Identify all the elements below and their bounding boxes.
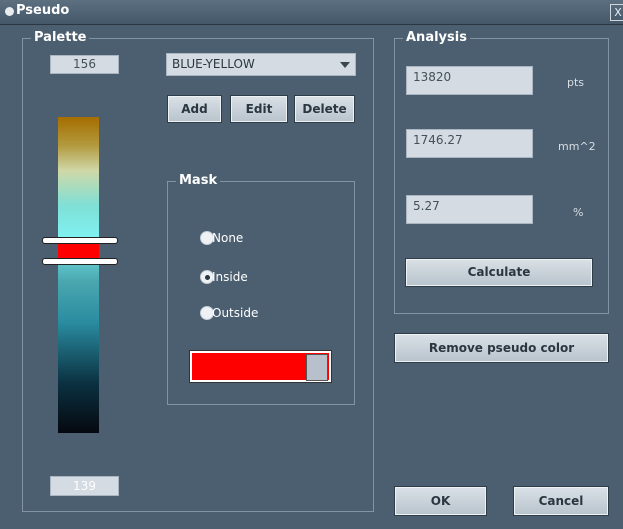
window-title: Pseudo	[16, 3, 70, 18]
palette-color-bar	[58, 117, 99, 433]
close-button[interactable]: X	[610, 4, 623, 21]
upper-threshold-handle[interactable]	[42, 237, 118, 244]
mask-outside-label: Outside	[212, 306, 259, 320]
mask-color-picker[interactable]	[189, 350, 332, 383]
edit-button[interactable]: Edit	[230, 95, 288, 123]
analysis-legend: Analysis	[403, 30, 470, 46]
mask-legend: Mask	[176, 173, 221, 189]
window-icon	[5, 7, 14, 16]
add-button[interactable]: Add	[167, 95, 222, 123]
palette-top-value[interactable]: 156	[50, 55, 119, 74]
palette-legend: Palette	[31, 30, 90, 46]
colormap-selected: BLUE-YELLOW	[172, 57, 255, 71]
ok-button[interactable]: OK	[394, 486, 487, 516]
area-unit: mm^2	[558, 140, 596, 153]
cancel-button[interactable]: Cancel	[513, 486, 609, 516]
percent-value[interactable]: 5.27	[406, 195, 533, 224]
chevron-down-icon	[340, 62, 350, 68]
colormap-dropdown[interactable]: BLUE-YELLOW	[166, 53, 356, 76]
title-bar[interactable]: Pseudo X	[0, 0, 623, 25]
palette-bottom-value[interactable]: 139	[50, 476, 119, 496]
mask-none-label: None	[212, 231, 244, 245]
mask-inside-label: Inside	[212, 270, 248, 284]
area-value[interactable]: 1746.27	[406, 129, 533, 158]
radio-selected-dot	[205, 275, 210, 280]
points-value[interactable]: 13820	[406, 66, 533, 95]
color-picker-button[interactable]	[306, 354, 328, 381]
percent-unit: %	[573, 206, 584, 219]
delete-button[interactable]: Delete	[294, 95, 355, 123]
remove-pseudo-color-button[interactable]: Remove pseudo color	[394, 333, 609, 363]
pseudo-dialog: Pseudo X Palette 156 BLUE-YELLOW Add Edi…	[0, 0, 623, 529]
lower-threshold-handle[interactable]	[42, 258, 118, 265]
points-unit: pts	[567, 76, 585, 89]
calculate-button[interactable]: Calculate	[405, 258, 593, 287]
